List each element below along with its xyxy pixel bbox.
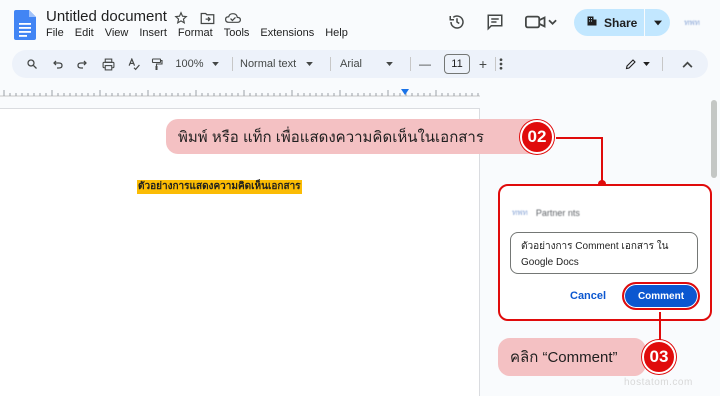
chevron-down-icon (386, 62, 393, 66)
chevron-down-icon (642, 62, 650, 66)
cancel-button[interactable]: Cancel (570, 290, 606, 302)
menu-format[interactable]: Format (178, 27, 213, 39)
callout-step-03-text: คลิก “Comment” (510, 349, 618, 366)
menu-view[interactable]: View (105, 27, 129, 39)
print-icon[interactable] (99, 54, 117, 74)
comment-avatar: ทพท (512, 208, 528, 217)
toolbar: 100% Normal text Arial — 11 + (12, 50, 708, 78)
spellcheck-icon[interactable] (125, 54, 143, 74)
menu-edit[interactable]: Edit (75, 27, 94, 39)
chevron-down-icon (306, 62, 314, 66)
step-03-badge: 03 (642, 340, 676, 374)
redo-icon[interactable] (74, 54, 90, 74)
cloud-status-icon[interactable] (224, 9, 242, 27)
menu-file[interactable]: File (46, 27, 64, 39)
callout-step-02-text: พิมพ์ หรือ แท็ก เพื่อแสดงความคิดเห็นในเอ… (178, 128, 484, 146)
menu-insert[interactable]: Insert (139, 27, 167, 39)
callout-step-03: คลิก “Comment” (498, 338, 646, 376)
search-icon[interactable] (24, 54, 40, 74)
comment-button[interactable]: Comment (622, 282, 700, 310)
style-value: Normal text (240, 58, 297, 70)
increase-font-size-button[interactable]: + (474, 54, 492, 74)
document-title[interactable]: Untitled document (46, 8, 167, 25)
menu-extensions[interactable]: Extensions (260, 27, 314, 39)
lock-building-icon (586, 15, 598, 30)
meet-icon[interactable] (524, 11, 558, 33)
docs-logo-icon[interactable] (14, 10, 36, 40)
font-size-input[interactable]: 11 (444, 54, 470, 74)
menu-tools[interactable]: Tools (224, 27, 250, 39)
connector-line (601, 137, 603, 184)
paint-format-icon[interactable] (149, 54, 165, 74)
highlighted-text[interactable]: ตัวอย่างการแสดงความคิดเห็นเอกสาร (137, 180, 302, 194)
share-label: Share (604, 15, 638, 30)
callout-step-02: พิมพ์ หรือ แท็ก เพื่อแสดงความคิดเห็นในเอ… (166, 119, 548, 154)
more-options-icon[interactable] (492, 54, 510, 74)
menu-help[interactable]: Help (325, 27, 348, 39)
connector-line (556, 137, 602, 139)
undo-icon[interactable] (50, 54, 66, 74)
font-select[interactable]: Arial (340, 54, 400, 74)
star-icon[interactable] (172, 9, 190, 27)
zoom-select[interactable]: 100% (172, 54, 222, 74)
comment-author-name: Partner nts (535, 207, 580, 218)
scrollbar[interactable] (711, 100, 717, 178)
watermark: hostatom.com (624, 377, 693, 388)
share-button[interactable]: Share (574, 9, 670, 36)
chevron-down-icon (211, 62, 219, 66)
editing-mode-button[interactable] (622, 54, 652, 74)
indent-marker-icon[interactable] (401, 89, 409, 95)
comment-input[interactable]: ตัวอย่างการ Comment เอกสาร ใน Google Doc… (510, 232, 698, 274)
comment-author: ทพท Partner nts (512, 206, 580, 219)
comment-card: ทพท Partner nts ตัวอย่างการ Comment เอกส… (498, 184, 712, 321)
hide-menus-icon[interactable] (678, 54, 696, 74)
step-02-badge: 02 (520, 120, 554, 154)
share-dropdown-icon[interactable] (645, 20, 670, 26)
decrease-font-size-button[interactable]: — (416, 54, 434, 74)
font-value: Arial (340, 58, 363, 70)
avatar[interactable]: ทพท (680, 12, 704, 32)
move-folder-icon[interactable] (198, 9, 216, 27)
zoom-value: 100% (175, 58, 204, 70)
style-select[interactable]: Normal text (240, 54, 320, 74)
comments-icon[interactable] (484, 11, 506, 33)
version-history-icon[interactable] (446, 11, 468, 33)
